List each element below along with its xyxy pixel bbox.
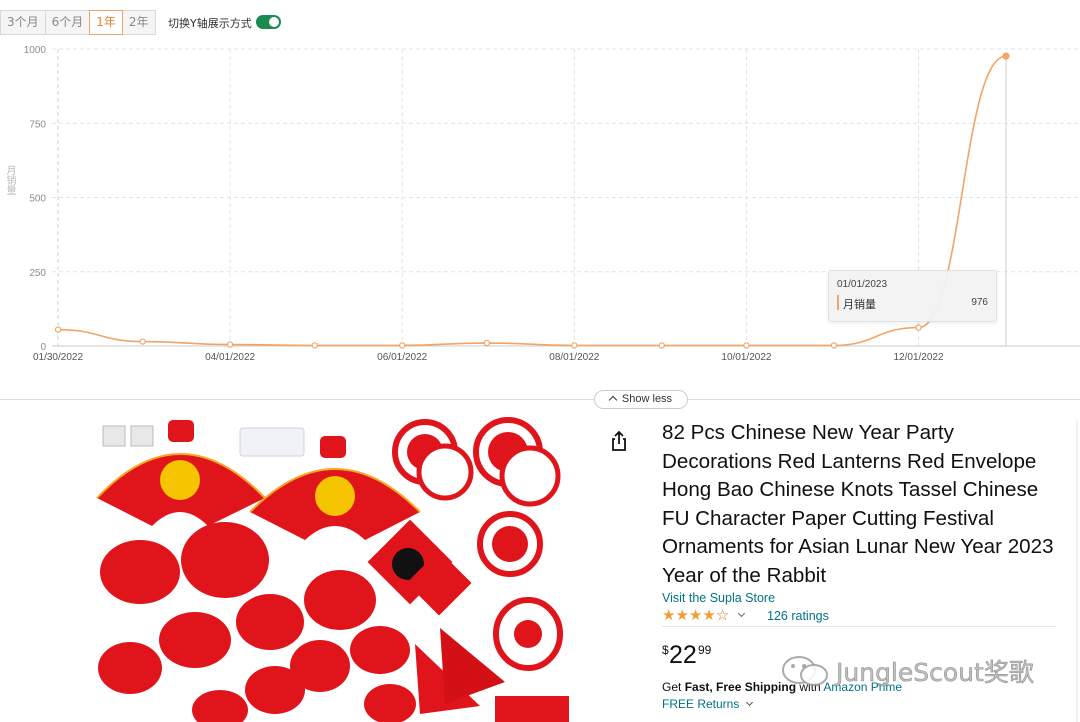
chart-x-ticks: 01/30/2022 04/01/2022 06/01/2022 08/01/2022… xyxy=(33,352,944,363)
tab-6-months[interactable]: 6个月 xyxy=(44,10,91,35)
chevron-up-icon xyxy=(608,395,618,405)
data-point xyxy=(571,342,578,349)
data-point xyxy=(54,326,62,333)
data-point xyxy=(1002,52,1010,60)
toggle-knob xyxy=(269,17,279,27)
chart-y-ticks: 02505007501000 xyxy=(24,45,47,353)
x-tick-label: 08/01/2022 xyxy=(549,352,599,363)
tooltip-series-marker xyxy=(837,295,839,310)
tab-1-year[interactable]: 1年 xyxy=(89,10,123,35)
wechat-logo-icon xyxy=(782,656,828,686)
data-point xyxy=(226,341,234,348)
share-icon[interactable] xyxy=(606,428,632,454)
data-point xyxy=(915,324,922,331)
price-whole: 22 xyxy=(669,641,697,669)
returns-label: FREE Returns xyxy=(662,697,740,711)
data-point xyxy=(139,338,146,345)
star-full-icon: ★ xyxy=(688,606,703,624)
data-point xyxy=(658,342,665,349)
y-tick-label: 250 xyxy=(29,268,46,279)
chart-tooltip: 01/01/2023 月销量 976 xyxy=(828,270,997,322)
price-divider xyxy=(662,626,1056,627)
store-link[interactable]: Visit the Supla Store xyxy=(662,591,775,605)
x-tick-label: 12/01/2022 xyxy=(894,352,944,363)
chevron-down-icon[interactable] xyxy=(738,609,746,618)
screenshot-root: { "toolbar": { "range_tabs": [ {"label":… xyxy=(0,0,1080,722)
data-point xyxy=(311,342,318,349)
time-range-tabs: 3个月 6个月 1年 2年 xyxy=(0,10,156,35)
watermark-text: JungleScout奖歌 xyxy=(836,658,1034,688)
x-tick-label: 06/01/2022 xyxy=(377,352,427,363)
y-tick-label: 750 xyxy=(29,119,46,130)
star-full-icon: ★ xyxy=(662,606,676,624)
chevron-down-icon xyxy=(746,698,754,707)
tooltip-label: 月销量 xyxy=(843,298,876,311)
star-full-icon: ★ xyxy=(675,606,689,624)
tab-2-years[interactable]: 2年 xyxy=(121,10,156,35)
data-point xyxy=(399,342,406,349)
data-point xyxy=(743,342,750,349)
watermark: JungleScout奖歌 xyxy=(780,653,1034,689)
y-tick-label: 500 xyxy=(29,194,46,205)
x-tick-label: 04/01/2022 xyxy=(205,352,255,363)
free-returns-link[interactable]: FREE Returns xyxy=(662,697,754,711)
product-title[interactable]: 82 Pcs Chinese New Year Party Decoration… xyxy=(662,419,1062,590)
price-currency: $ xyxy=(662,643,669,657)
y-tick-label: 1000 xyxy=(24,45,47,56)
y-axis-label: 月销量 xyxy=(4,165,15,195)
tooltip-value: 976 xyxy=(971,297,988,308)
star-rating[interactable]: ★ ★ ★ ★ ☆ xyxy=(662,606,746,624)
x-tick-label: 01/30/2022 xyxy=(33,352,83,363)
ratings-count-link[interactable]: 126 ratings xyxy=(767,609,829,623)
data-point xyxy=(830,342,838,349)
show-less-label: Show less xyxy=(621,393,673,405)
section-divider xyxy=(0,399,1080,400)
shipping-prefix: Get xyxy=(662,680,685,694)
star-empty-icon: ☆ xyxy=(715,606,730,624)
data-point xyxy=(483,339,491,347)
tooltip-date: 01/01/2023 xyxy=(837,279,888,290)
star-full-icon: ★ xyxy=(702,606,716,624)
tab-3-months[interactable]: 3个月 xyxy=(0,10,46,35)
product-image[interactable] xyxy=(90,414,580,722)
page-edge xyxy=(1076,420,1078,722)
price-fraction: 99 xyxy=(698,643,712,657)
y-axis-toggle[interactable] xyxy=(256,15,281,29)
x-tick-label: 10/01/2022 xyxy=(721,352,771,363)
show-less-button[interactable]: Show less xyxy=(594,390,688,409)
y-axis-toggle-label: 切换Y轴展示方式 xyxy=(168,17,252,30)
